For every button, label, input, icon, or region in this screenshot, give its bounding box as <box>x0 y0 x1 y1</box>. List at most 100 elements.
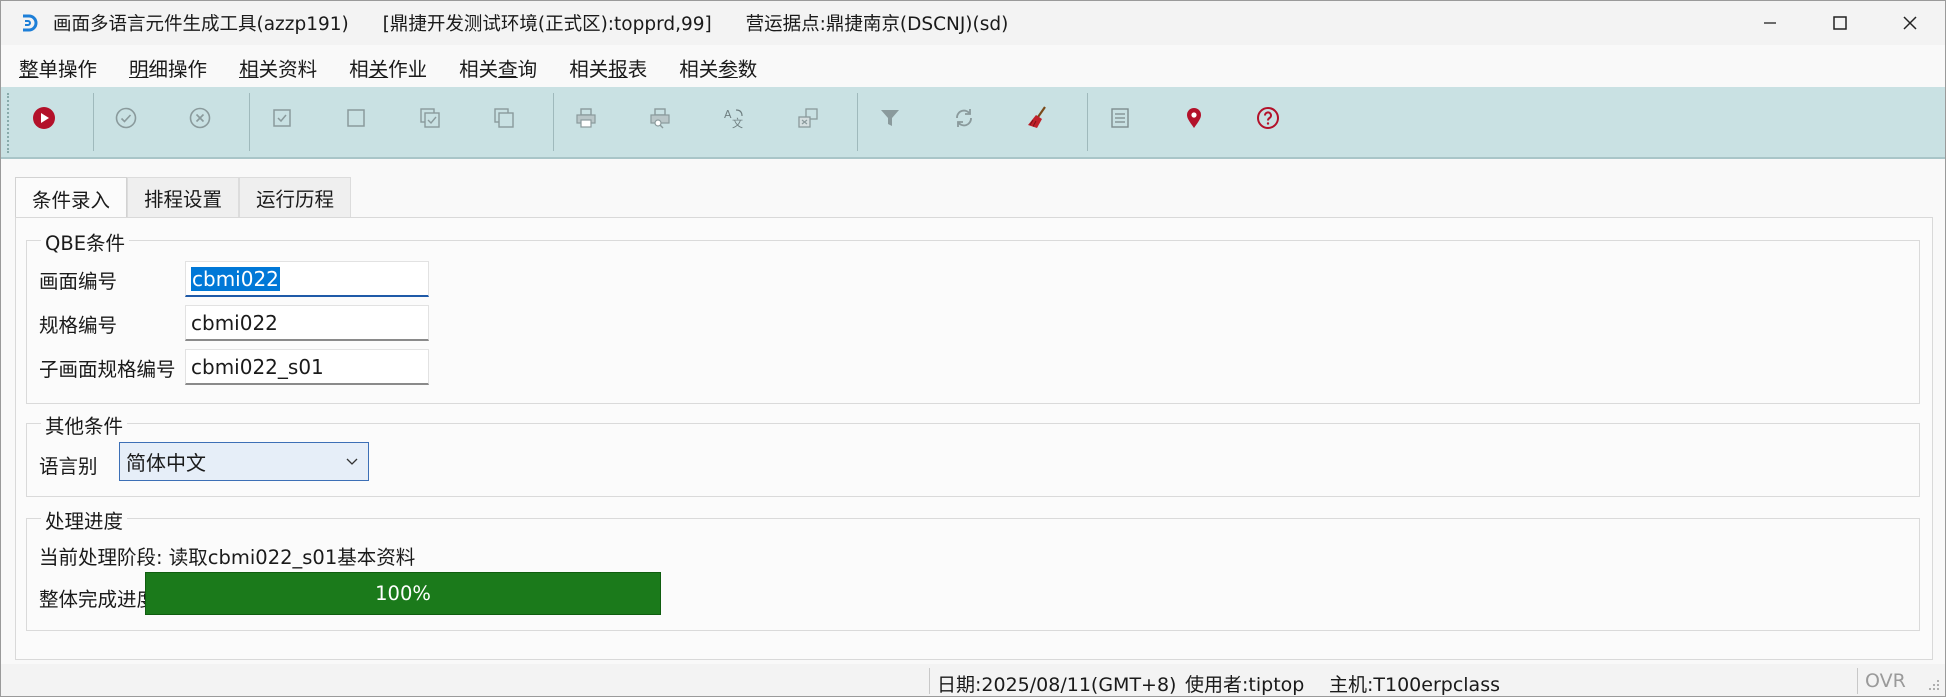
select-button[interactable] <box>265 101 299 135</box>
refresh-icon <box>956 109 972 127</box>
screen-no-field[interactable]: cbmi022 <box>185 261 429 297</box>
status-host: 主机:T100erpclass <box>1329 674 1501 696</box>
other-conditions-group: 其他条件 语言别 简体中文 <box>26 410 1920 497</box>
title-site: 营运据点:鼎捷南京(DSCNJ)(sd) <box>745 14 1009 35</box>
select-all-button[interactable] <box>413 101 447 135</box>
spec-no-value: cbmi022 <box>191 310 278 335</box>
status-separator <box>929 668 930 694</box>
menu-label: 关资料 <box>258 57 318 81</box>
title-bar: 画面多语言元件生成工具(azzp191) [鼎捷开发测试环境(正式区):topp… <box>1 1 1945 45</box>
app-logo-icon <box>17 11 41 35</box>
overall-progress-text: 100% <box>375 582 431 605</box>
maximize-button[interactable] <box>1805 1 1875 45</box>
broom-icon <box>1028 106 1046 128</box>
overall-progress-bar: 100% <box>145 572 661 615</box>
printer-icon <box>576 108 596 128</box>
close-icon <box>1903 16 1917 30</box>
other-conditions-title: 其他条件 <box>41 410 128 439</box>
screen-no-value: cbmi022 <box>191 266 280 291</box>
menu-accel: 明 <box>129 57 149 81</box>
tab-panel: QBE条件 画面编号 cbmi022 规格编号 cbmi022 子画面规格编号 … <box>15 217 1933 660</box>
window-title: 画面多语言元件生成工具(azzp191) [鼎捷开发测试环境(正式区):topp… <box>53 10 1036 36</box>
toolbar-grip[interactable] <box>7 93 11 153</box>
toolbar: A文 <box>1 87 1945 159</box>
menu-label-pre: 相关 <box>569 57 609 81</box>
menu-accel: 相 <box>239 57 259 81</box>
print-preview-button[interactable] <box>643 101 677 135</box>
menu-label-pre: 相关 <box>679 57 719 81</box>
menu-related-params[interactable]: 相关参数 <box>679 53 757 82</box>
menu-detail-ops[interactable]: 明细操作 <box>129 53 207 82</box>
filter-button[interactable] <box>873 101 907 135</box>
translate-icon: A文 <box>724 108 743 130</box>
tab-run-history[interactable]: 运行历程 <box>239 177 352 217</box>
menu-related-reports[interactable]: 相关报表 <box>569 53 647 82</box>
checkbox-empty-icon <box>347 109 365 127</box>
toolbar-separator <box>249 93 250 151</box>
deselect-button[interactable] <box>339 101 373 135</box>
refresh-button[interactable] <box>947 101 981 135</box>
menu-label: 单操作 <box>38 57 98 81</box>
current-stage-value: 读取cbmi022_s01基本资料 <box>168 546 416 569</box>
toolbar-separator <box>553 93 554 151</box>
menu-label: 作业 <box>388 57 428 81</box>
help-button[interactable] <box>1251 101 1285 135</box>
toolbar-separator <box>857 93 858 151</box>
menu-document-ops[interactable]: 整单操作 <box>19 53 97 82</box>
toolbar-separator <box>1087 93 1088 151</box>
export-icon <box>798 108 818 128</box>
resize-grip-icon[interactable] <box>1927 678 1941 692</box>
run-button[interactable] <box>27 101 61 135</box>
menu-label: 细操作 <box>148 57 208 81</box>
run-icon <box>33 107 55 129</box>
status-separator <box>1857 668 1858 694</box>
status-bar: 日期:2025/08/11(GMT+8) 使用者:tiptop 主机:T100e… <box>1 664 1945 696</box>
location-button[interactable] <box>1177 101 1211 135</box>
export-button[interactable] <box>791 101 825 135</box>
menu-label-pre: 相关 <box>459 57 499 81</box>
confirm-button[interactable] <box>109 101 143 135</box>
menu-related-query[interactable]: 相关查询 <box>459 53 537 82</box>
print-preview-icon <box>650 108 670 129</box>
status-user: 使用者:tiptop <box>1185 674 1305 696</box>
content-area: 条件录入 排程设置 运行历程 QBE条件 画面编号 cbmi022 规格编号 c… <box>1 161 1945 666</box>
close-button[interactable] <box>1875 1 1945 45</box>
tab-schedule-settings[interactable]: 排程设置 <box>127 177 240 217</box>
menu-related-jobs[interactable]: 相关作业 <box>349 53 427 82</box>
print-button[interactable] <box>569 101 603 135</box>
tab-strip: 条件录入 排程设置 运行历程 <box>15 177 352 219</box>
title-env: [鼎捷开发测试环境(正式区):topprd,99] <box>382 14 712 35</box>
screen-no-label: 画面编号 <box>39 270 118 293</box>
svg-text:A: A <box>724 108 732 121</box>
chevron-down-icon <box>346 458 358 465</box>
current-stage-caption: 当前处理阶段: <box>39 546 163 569</box>
language-value: 简体中文 <box>126 451 206 475</box>
document-list-icon <box>1111 108 1129 128</box>
menu-label: 数 <box>737 57 758 81</box>
cancel-circle-icon <box>189 107 211 129</box>
status-mode: OVR <box>1865 670 1906 692</box>
filter-icon <box>881 110 899 126</box>
list-button[interactable] <box>1103 101 1137 135</box>
sub-spec-label: 子画面规格编号 <box>39 358 176 381</box>
app-window: 画面多语言元件生成工具(azzp191) [鼎捷开发测试环境(正式区):topp… <box>0 0 1946 697</box>
clear-button[interactable] <box>1021 101 1055 135</box>
menu-accel: 报 <box>608 57 628 81</box>
menu-accel: 参 <box>718 57 738 81</box>
translate-button[interactable]: A文 <box>717 101 751 135</box>
deselect-all-button[interactable] <box>487 101 521 135</box>
maximize-icon <box>1833 16 1847 30</box>
title-app: 画面多语言元件生成工具(azzp191) <box>53 14 349 35</box>
menu-label: 表 <box>627 57 648 81</box>
language-select[interactable]: 简体中文 <box>119 442 369 481</box>
minimize-icon <box>1764 22 1776 24</box>
minimize-button[interactable] <box>1735 1 1805 45</box>
spec-no-field[interactable]: cbmi022 <box>185 305 429 341</box>
current-stage-label: 当前处理阶段: 读取cbmi022_s01基本资料 <box>39 541 415 570</box>
menu-label-pre: 相 <box>349 57 369 81</box>
cancel-button[interactable] <box>183 101 217 135</box>
menu-label: 询 <box>517 57 538 81</box>
tab-condition-entry[interactable]: 条件录入 <box>15 177 128 219</box>
sub-spec-field[interactable]: cbmi022_s01 <box>185 349 429 385</box>
menu-related-data[interactable]: 相关资料 <box>239 53 317 82</box>
